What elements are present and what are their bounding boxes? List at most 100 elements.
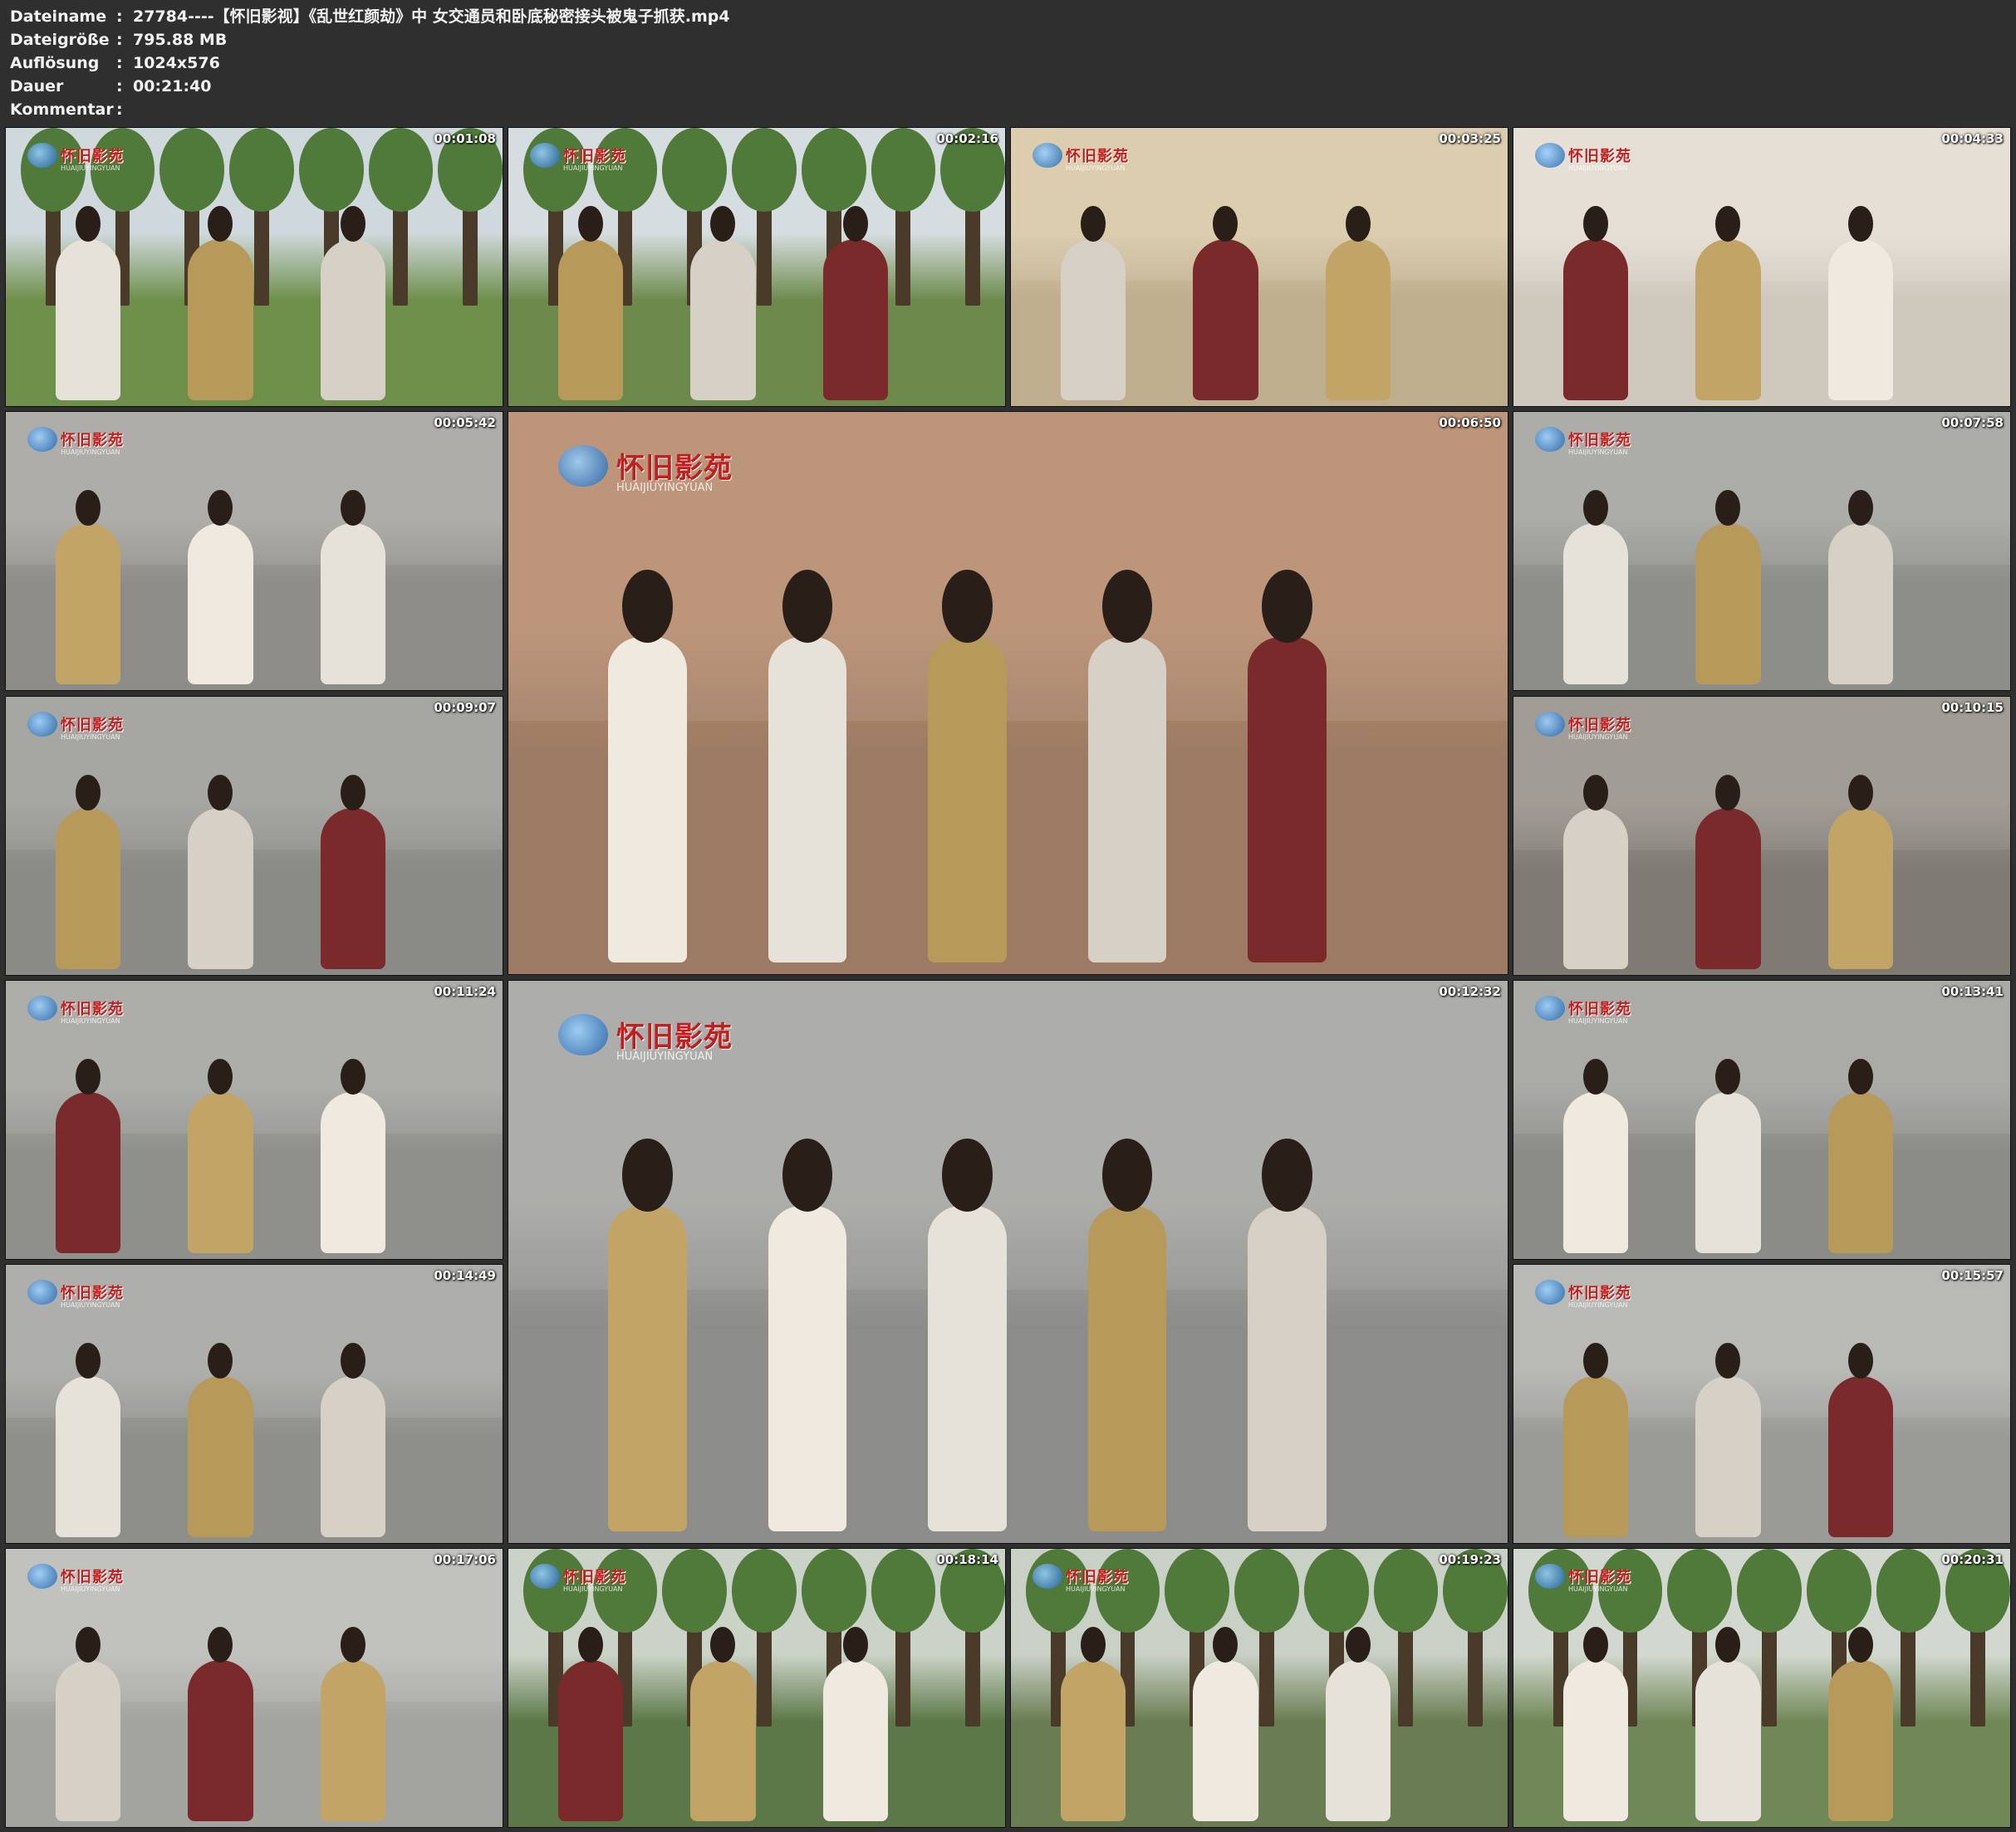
watermark-subtitle: HUAIJIUYINGYUAN <box>1066 1585 1126 1593</box>
watermark-subtitle: HUAIJIUYINGYUAN <box>616 482 714 494</box>
video-thumbnail[interactable]: 怀旧影苑 HUAIJIUYINGYUAN 00:07:58 <box>1513 411 2011 691</box>
video-thumbnail[interactable]: 怀旧影苑 HUAIJIUYINGYUAN 00:17:06 <box>5 1548 503 1828</box>
video-thumbnail[interactable]: 怀旧影苑 HUAIJIUYINGYUAN 00:03:25 <box>1010 127 1508 407</box>
person-figure <box>1827 1376 1894 1538</box>
person-head <box>340 1342 365 1379</box>
video-thumbnail[interactable]: 怀旧影苑 HUAIJIUYINGYUAN 00:12:32 <box>508 980 1508 1544</box>
person-figure <box>1695 808 1761 970</box>
person-head <box>1583 1342 1608 1379</box>
person-head <box>1262 1138 1312 1212</box>
watermark-subtitle: HUAIJIUYINGYUAN <box>563 164 623 172</box>
tree-foliage <box>1876 1549 1941 1633</box>
watermark-logo-icon <box>1535 712 1565 737</box>
person-figure <box>1193 239 1258 401</box>
person-head <box>1081 205 1106 242</box>
person-figure <box>1827 1660 1894 1822</box>
person-figure <box>1325 239 1391 401</box>
video-thumbnail[interactable]: 怀旧影苑 HUAIJIUYINGYUAN 00:05:42 <box>5 411 503 691</box>
tree-foliage <box>662 1549 728 1633</box>
video-thumbnail[interactable]: 怀旧影苑 HUAIJIUYINGYUAN 00:04:33 <box>1513 127 2011 407</box>
tree-foliage <box>159 128 225 212</box>
watermark-logo-icon <box>27 427 57 452</box>
video-thumbnail[interactable]: 怀旧影苑 HUAIJIUYINGYUAN 00:13:41 <box>1513 980 2011 1260</box>
video-thumbnail[interactable]: 怀旧影苑 HUAIJIUYINGYUAN 00:11:24 <box>5 980 503 1260</box>
watermark-subtitle: HUAIJIUYINGYUAN <box>616 1051 714 1063</box>
person-figure <box>608 636 687 963</box>
video-thumbnail[interactable]: 怀旧影苑 HUAIJIUYINGYUAN 00:18:14 <box>508 1548 1006 1828</box>
person-head <box>76 205 101 242</box>
person-head <box>340 1058 365 1095</box>
video-thumbnail[interactable]: 怀旧影苑 HUAIJIUYINGYUAN 00:10:15 <box>1513 696 2011 976</box>
person-head <box>1583 205 1608 242</box>
watermark-subtitle: HUAIJIUYINGYUAN <box>1568 164 1628 172</box>
thumbnail-timestamp: 00:11:24 <box>434 984 496 999</box>
person-head <box>76 489 101 527</box>
person-figure <box>55 808 121 970</box>
person-head <box>622 1138 673 1212</box>
tree-foliage <box>871 128 936 212</box>
person-figure <box>55 1092 121 1254</box>
person-head <box>1101 1138 1153 1212</box>
person-figure <box>1562 239 1629 401</box>
person-head <box>76 774 101 811</box>
person-figure <box>1562 1660 1629 1822</box>
watermark-logo-icon <box>1535 143 1565 168</box>
person-head <box>1715 1626 1741 1663</box>
person-figure <box>320 1092 386 1254</box>
thumbnail-timestamp: 00:10:15 <box>1941 700 2004 715</box>
watermark-logo-icon <box>27 712 57 737</box>
tree-foliage <box>1737 1549 1802 1633</box>
watermark-logo-icon <box>1033 1564 1062 1589</box>
person-head <box>942 1138 993 1212</box>
person-head <box>1262 569 1312 643</box>
watermark-title: 怀旧影苑 <box>563 148 626 165</box>
watermark-subtitle: HUAIJIUYINGYUAN <box>1568 733 1628 741</box>
person-figure <box>928 1205 1007 1532</box>
video-thumbnail[interactable]: 怀旧影苑 HUAIJIUYINGYUAN 00:14:49 <box>5 1264 503 1544</box>
tree-foliage <box>298 128 364 212</box>
person-head <box>1081 1626 1106 1663</box>
person-figure <box>1087 1205 1167 1532</box>
person-head <box>710 205 736 242</box>
person-head <box>340 774 365 811</box>
watermark-logo-icon <box>27 996 57 1021</box>
person-figure <box>55 239 121 401</box>
person-figure <box>690 239 756 401</box>
person-head <box>1847 1626 1873 1663</box>
video-thumbnail[interactable]: 怀旧影苑 HUAIJIUYINGYUAN 00:15:57 <box>1513 1264 2011 1544</box>
person-figure <box>768 636 847 963</box>
watermark-title: 怀旧影苑 <box>1568 1285 1631 1302</box>
tree-foliage <box>1303 1549 1369 1633</box>
person-head <box>782 569 833 643</box>
tree-foliage <box>1806 1549 1871 1633</box>
person-head <box>1213 1626 1239 1663</box>
person-head <box>1583 774 1608 811</box>
tree-foliage <box>732 1549 797 1633</box>
thumbnail-timestamp: 00:13:41 <box>1941 984 2004 999</box>
person-figure <box>188 1376 253 1538</box>
person-figure <box>1695 1660 1761 1822</box>
thumbnail-timestamp: 00:17:06 <box>434 1552 496 1567</box>
watermark-subtitle: HUAIJIUYINGYUAN <box>61 1585 120 1593</box>
watermark-title: 怀旧影苑 <box>61 1285 124 1302</box>
person-figure <box>608 1205 687 1532</box>
video-thumbnail[interactable]: 怀旧影苑 HUAIJIUYINGYUAN 00:09:07 <box>5 696 503 976</box>
thumbnail-timestamp: 00:01:08 <box>434 131 496 146</box>
person-figure <box>1827 523 1894 685</box>
tree-foliage <box>871 1549 936 1633</box>
video-thumbnail[interactable]: 怀旧影苑 HUAIJIUYINGYUAN 00:20:31 <box>1513 1548 2011 1828</box>
tree-foliage <box>368 128 434 212</box>
video-thumbnail[interactable]: 怀旧影苑 HUAIJIUYINGYUAN 00:06:50 <box>508 411 1508 975</box>
person-figure <box>55 1376 121 1538</box>
person-head <box>578 205 603 242</box>
thumbnail-timestamp: 00:19:23 <box>1439 1552 1501 1567</box>
person-head <box>1847 774 1873 811</box>
person-figure <box>1695 239 1761 401</box>
watermark-title: 怀旧影苑 <box>563 1569 626 1586</box>
video-thumbnail[interactable]: 怀旧影苑 HUAIJIUYINGYUAN 00:01:08 <box>5 127 503 407</box>
tree-foliage <box>1667 1549 1733 1633</box>
watermark-title: 怀旧影苑 <box>1066 148 1129 165</box>
tree-foliage <box>662 128 728 212</box>
video-thumbnail[interactable]: 怀旧影苑 HUAIJIUYINGYUAN 00:02:16 <box>508 127 1006 407</box>
video-thumbnail[interactable]: 怀旧影苑 HUAIJIUYINGYUAN 00:19:23 <box>1010 1548 1508 1828</box>
